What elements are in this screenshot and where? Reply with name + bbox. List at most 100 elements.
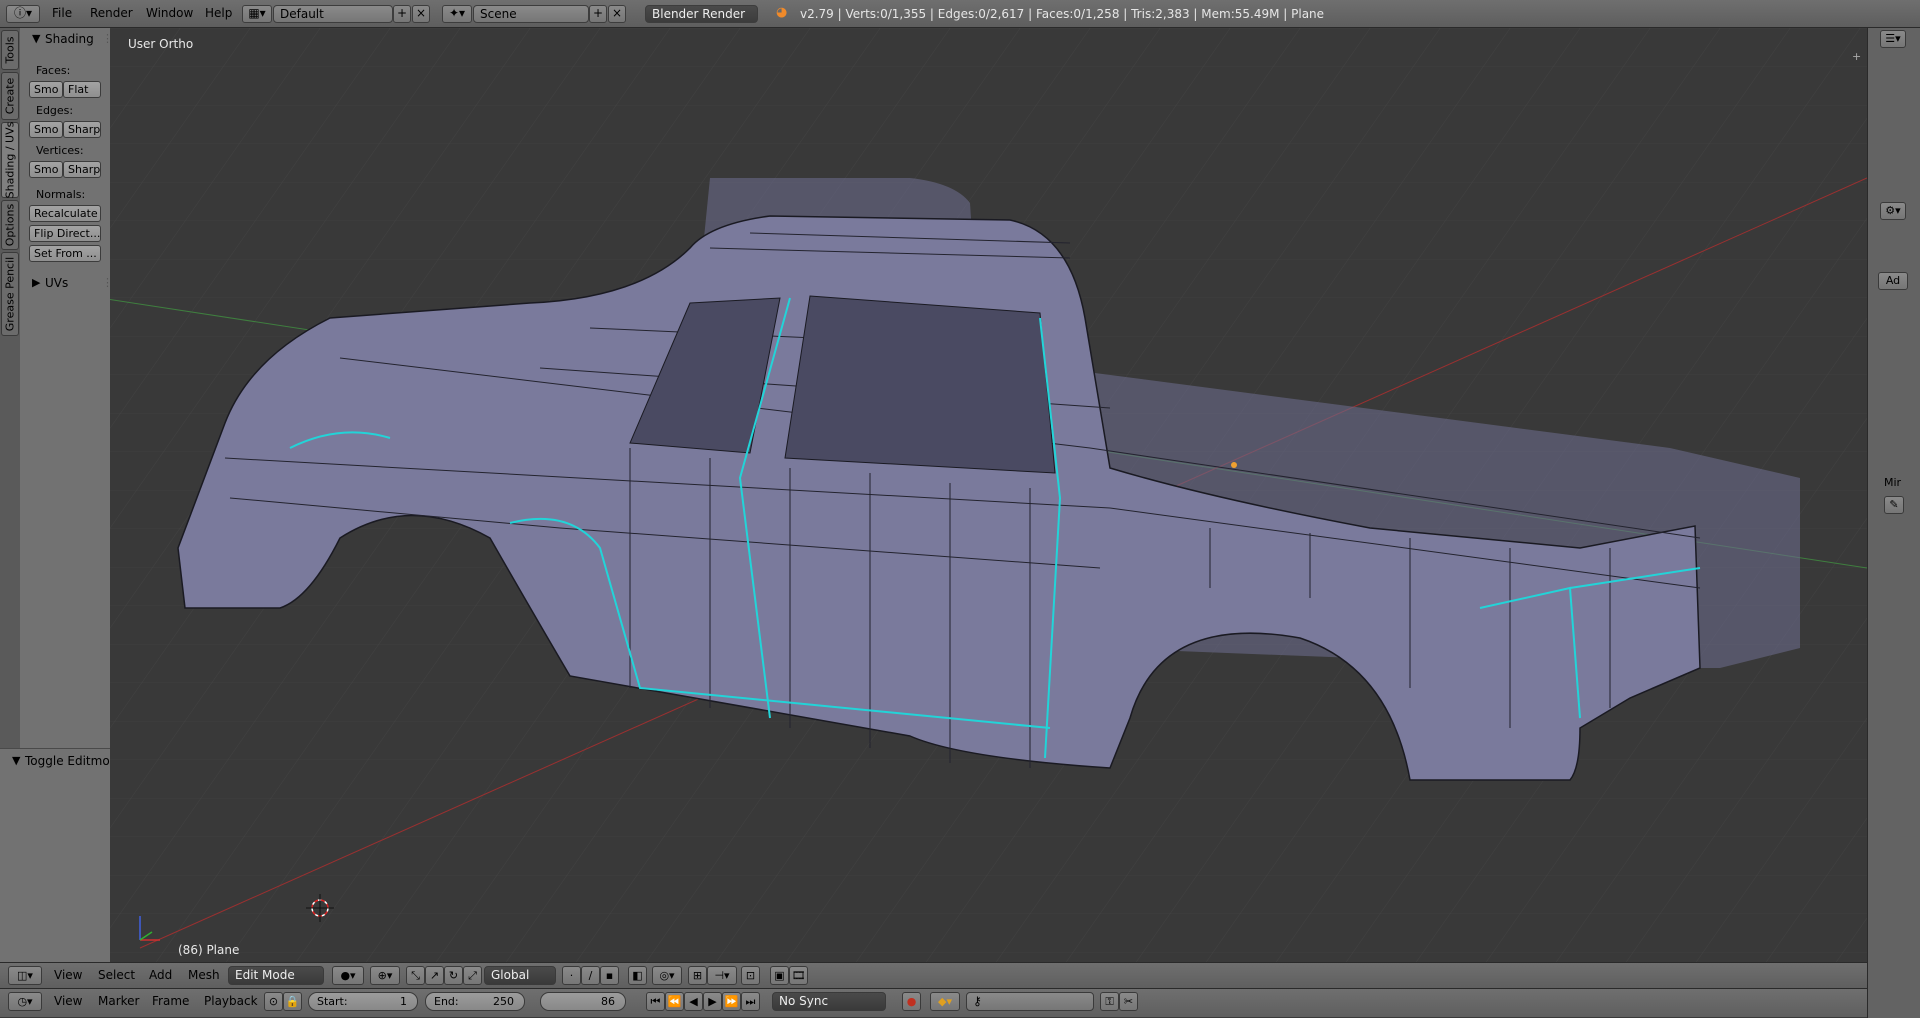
jump-start-icon[interactable]: ⏮ — [646, 992, 665, 1011]
sync-mode-select[interactable]: No Sync — [772, 992, 886, 1011]
properties-side-region: ☰▾ ⚙▾ Ad Mir ✎ — [1867, 28, 1920, 1018]
object-origin — [1231, 462, 1237, 468]
mirror-modifier-label: Mir — [1884, 476, 1902, 489]
3d-view-header: ◫▾ View Select Add Mesh Edit Mode ●▾ ⊕▾ … — [0, 962, 1867, 988]
menu-playback[interactable]: Playback — [204, 994, 258, 1008]
recalculate-button[interactable]: Recalculate — [29, 205, 101, 222]
tab-options[interactable]: Options — [1, 200, 19, 250]
start-frame-field[interactable]: Start: 1 — [308, 992, 418, 1011]
info-header: ⓘ▾ File Render Window Help ▦▾ Default + … — [0, 0, 1920, 28]
menu-window[interactable]: Window — [146, 6, 193, 20]
add-layout-icon[interactable]: + — [393, 5, 411, 23]
tab-tools[interactable]: Tools — [1, 30, 19, 70]
opengl-animation-icon[interactable]: 🎞 — [789, 966, 808, 985]
scale-manipulator-icon[interactable]: ⤢ — [463, 966, 482, 985]
edge-select-icon[interactable]: ∕ — [581, 966, 600, 985]
remove-layout-icon[interactable]: × — [412, 5, 430, 23]
render-engine-select[interactable]: Blender Render — [645, 5, 758, 23]
collapse-triangle-icon[interactable]: ▼ — [32, 32, 40, 45]
menu-select[interactable]: Select — [98, 968, 135, 982]
operator-title[interactable]: Toggle Editmo — [25, 754, 110, 768]
manipulator-toggle-icon[interactable]: ⤡ — [406, 966, 425, 985]
active-object-label: (86) Plane — [178, 943, 240, 957]
menu-file[interactable]: File — [52, 6, 72, 20]
scene-stats: v2.79 | Verts:0/1,355 | Edges:0/2,617 | … — [800, 7, 1325, 21]
active-keying-set-field[interactable]: ⚷ — [966, 992, 1094, 1011]
tab-grease-pencil[interactable]: Grease Pencil — [1, 252, 19, 336]
editor-type-icon[interactable]: ☰▾ — [1880, 30, 1906, 48]
lock-time-icon[interactable]: 🔒 — [283, 992, 302, 1011]
insert-keyframe-icon[interactable]: ⚿ — [1100, 992, 1119, 1011]
modifier-edit-icon[interactable]: ✎ — [1884, 496, 1904, 514]
translate-manipulator-icon[interactable]: ↗ — [425, 966, 444, 985]
end-frame-field[interactable]: End: 250 — [425, 992, 525, 1011]
proportional-edit-icon[interactable]: ◎▾ — [652, 966, 682, 985]
scene-field[interactable]: Scene — [473, 5, 589, 23]
info-icon[interactable]: ⓘ▾ — [6, 5, 40, 23]
expand-triangle-icon[interactable]: ▶ — [32, 276, 40, 289]
faces-smooth-button[interactable]: Smo — [29, 81, 63, 98]
auto-keyframe-icon[interactable]: ● — [902, 992, 921, 1011]
vertices-sharp-button[interactable]: Sharp — [63, 161, 101, 178]
menu-frame[interactable]: Frame — [152, 994, 189, 1008]
scene-icon[interactable]: ✦▾ — [442, 5, 472, 23]
view-mode-label: User Ortho — [128, 37, 194, 51]
expand-toolbar-icon[interactable]: + — [1852, 50, 1861, 63]
delete-keyframe-icon[interactable]: ✂ — [1119, 992, 1138, 1011]
shading-section-title[interactable]: Shading — [45, 32, 94, 46]
preview-range-icon[interactable]: ⊙ — [264, 992, 283, 1011]
menu-add[interactable]: Add — [149, 968, 172, 982]
faces-label: Faces: — [36, 64, 71, 77]
normals-label: Normals: — [36, 188, 86, 201]
properties-editor-icon[interactable]: ⚙▾ — [1880, 202, 1906, 220]
menu-help[interactable]: Help — [205, 6, 232, 20]
jump-keyframe-forward-icon[interactable]: ⏩ — [722, 992, 741, 1011]
menu-render[interactable]: Render — [90, 6, 133, 20]
menu-view[interactable]: View — [54, 968, 82, 982]
keying-set-icon[interactable]: ◆▾ — [930, 992, 960, 1011]
screen-layout-icon[interactable]: ▦▾ — [242, 5, 272, 23]
flip-direction-button[interactable]: Flip Direct... — [29, 225, 101, 242]
tool-shelf-panel: ▼ Shading ⋮⋮ Faces: Smo Flat Edges: Smo … — [20, 28, 124, 748]
tab-shading-uvs[interactable]: Shading / UVs — [1, 122, 19, 198]
faces-flat-button[interactable]: Flat — [63, 81, 101, 98]
play-icon[interactable]: ▶ — [703, 992, 722, 1011]
snap-target-icon[interactable]: ⊡ — [741, 966, 760, 985]
current-frame-field[interactable]: 86 — [540, 992, 626, 1011]
add-scene-icon[interactable]: + — [589, 5, 607, 23]
tab-create[interactable]: Create — [1, 72, 19, 120]
jump-end-icon[interactable]: ⏭ — [741, 992, 760, 1011]
jump-keyframe-back-icon[interactable]: ⏪ — [665, 992, 684, 1011]
pivot-point-icon[interactable]: ⊕▾ — [370, 966, 400, 985]
collapse-triangle-icon[interactable]: ▼ — [12, 754, 20, 767]
timeline-header: ◷▾ View Marker Frame Playback ⊙ 🔒 Start:… — [0, 988, 1867, 1017]
side-window — [784, 295, 1056, 474]
viewport-shading-icon[interactable]: ●▾ — [332, 966, 364, 985]
interaction-mode-select[interactable]: Edit Mode — [228, 966, 324, 985]
menu-marker[interactable]: Marker — [98, 994, 139, 1008]
snap-element-icon[interactable]: ⊣▾ — [707, 966, 737, 985]
snap-toggle-icon[interactable]: ⊞ — [688, 966, 707, 985]
opengl-render-icon[interactable]: ▣ — [770, 966, 789, 985]
vertex-select-icon[interactable]: · — [562, 966, 581, 985]
3d-viewport[interactable]: User Ortho (86) Plane + — [110, 28, 1867, 962]
menu-mesh[interactable]: Mesh — [188, 968, 220, 982]
set-from-button[interactable]: Set From ... — [29, 245, 101, 262]
face-select-icon[interactable]: ▪ — [600, 966, 619, 985]
rotate-manipulator-icon[interactable]: ↻ — [444, 966, 463, 985]
edges-smooth-button[interactable]: Smo — [29, 121, 63, 138]
operator-panel: ▼ Toggle Editmo — [0, 748, 110, 963]
3d-view-editor-icon[interactable]: ◫▾ — [8, 966, 42, 985]
play-reverse-icon[interactable]: ◀ — [684, 992, 703, 1011]
limit-selection-icon[interactable]: ◧ — [628, 966, 647, 985]
menu-view[interactable]: View — [54, 994, 82, 1008]
vertices-label: Vertices: — [36, 144, 84, 157]
add-modifier-button[interactable]: Ad — [1878, 272, 1908, 290]
timeline-editor-icon[interactable]: ◷▾ — [8, 992, 42, 1011]
uvs-section-title[interactable]: UVs — [45, 276, 68, 290]
transform-orientation-select[interactable]: Global — [484, 966, 556, 985]
vertices-smooth-button[interactable]: Smo — [29, 161, 63, 178]
screen-layout-field[interactable]: Default — [273, 5, 393, 23]
remove-scene-icon[interactable]: × — [608, 5, 626, 23]
edges-sharp-button[interactable]: Sharp — [63, 121, 101, 138]
